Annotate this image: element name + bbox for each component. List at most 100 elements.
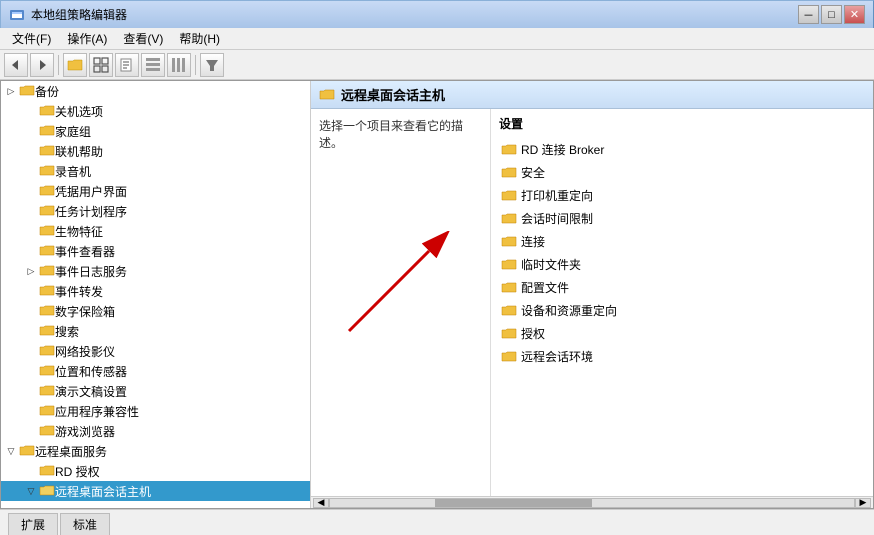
folder-icon-online-help <box>39 144 55 158</box>
folder-icon-event-log-svc <box>39 264 55 278</box>
menu-action[interactable]: 操作(A) <box>59 28 115 49</box>
forward-button[interactable] <box>30 53 54 77</box>
expand-icon-rds: ▽ <box>5 445 17 457</box>
bottom-tabs: 扩展 标准 <box>0 509 874 535</box>
tree-item-event-viewer[interactable]: ▷ 事件查看器 <box>1 241 310 261</box>
tree-item-online-help[interactable]: ▷ 联机帮助 <box>1 141 310 161</box>
settings-item-security[interactable]: 安全 <box>499 161 865 184</box>
settings-item-license[interactable]: 授权 <box>499 322 865 345</box>
folder-icon-remote-desktop-svc <box>19 444 35 458</box>
tree-label-homegroup: 家庭组 <box>55 123 91 140</box>
settings-label-security: 安全 <box>521 164 545 181</box>
toolbar <box>0 50 874 80</box>
right-panel-title: 远程桌面会话主机 <box>341 85 445 104</box>
settings-label-remote-session-env: 远程会话环境 <box>521 348 593 365</box>
folder-icon-search <box>39 324 55 338</box>
filter-button[interactable] <box>200 53 224 77</box>
tree-label-location-sensor: 位置和传感器 <box>55 363 127 380</box>
menu-help[interactable]: 帮助(H) <box>171 28 228 49</box>
folder-icon-license <box>501 327 517 341</box>
folder-icon-net-projector <box>39 344 55 358</box>
settings-item-printer-redirect[interactable]: 打印机重定向 <box>499 184 865 207</box>
tree-item-game-browser[interactable]: ▷ 游戏浏览器 <box>1 421 310 441</box>
tree-label-rd-session-host: 远程桌面会话主机 <box>55 483 151 500</box>
folder-icon-config-file <box>501 281 517 295</box>
tree-item-net-projector[interactable]: ▷ 网络投影仪 <box>1 341 310 361</box>
tree-item-backup[interactable]: ▷ 备份 <box>1 81 310 101</box>
settings-item-temp-folder[interactable]: 临时文件夹 <box>499 253 865 276</box>
tree-item-recorder[interactable]: ▷ 录音机 <box>1 161 310 181</box>
settings-item-device-redirect[interactable]: 设备和资源重定向 <box>499 299 865 322</box>
tree-item-app-compat[interactable]: ▷ 应用程序兼容性 <box>1 401 310 421</box>
expand-icon-rdsh: ▽ <box>25 485 37 497</box>
tree-item-credential-ui[interactable]: ▷ 凭据用户界面 <box>1 181 310 201</box>
settings-item-session-timelimit[interactable]: 会话时间限制 <box>499 207 865 230</box>
left-tree-panel: ▷ 备份 ▷ 关机选项 ▷ 家庭组 ▷ 联机帮助 ▷ 录音机 ▷ 凭据用户界面 <box>1 81 311 508</box>
tree-item-remote-desktop-svc[interactable]: ▽ 远程桌面服务 <box>1 441 310 461</box>
folder-icon-homegroup <box>39 124 55 138</box>
folder-icon-game-browser <box>39 424 55 438</box>
scroll-left-button[interactable]: ◀ <box>313 498 329 508</box>
folder-icon-rd-session-host <box>39 484 55 498</box>
folder-icon-temp-folder <box>501 258 517 272</box>
minimize-button[interactable]: － <box>798 5 819 24</box>
settings-item-remote-session-env[interactable]: 远程会话环境 <box>499 345 865 368</box>
tree-item-shutdown[interactable]: ▷ 关机选项 <box>1 101 310 121</box>
app-icon <box>9 7 25 23</box>
menu-bar: 文件(F) 操作(A) 查看(V) 帮助(H) <box>0 28 874 50</box>
view2-button[interactable] <box>167 53 191 77</box>
tree-label-event-viewer: 事件查看器 <box>55 243 115 260</box>
view1-button[interactable] <box>141 53 165 77</box>
settings-label-config-file: 配置文件 <box>521 279 569 296</box>
folder-icon-device-redirect <box>501 304 517 318</box>
tree-label-search: 搜索 <box>55 323 79 340</box>
expand-icon-backup: ▷ <box>5 85 17 97</box>
folder-icon-shutdown <box>39 104 55 118</box>
back-button[interactable] <box>4 53 28 77</box>
tree-item-rd-session-host[interactable]: ▽ 远程桌面会话主机 <box>1 481 310 501</box>
folder-icon-remote-session-env <box>501 350 517 364</box>
tree-label-event-forward: 事件转发 <box>55 283 103 300</box>
tree-item-digital-safe[interactable]: ▷ 数字保险箱 <box>1 301 310 321</box>
folder-icon-digital-safe <box>39 304 55 318</box>
folder-icon-task-scheduler <box>39 204 55 218</box>
settings-item-connection[interactable]: 连接 <box>499 230 865 253</box>
folder-icon-security <box>501 166 517 180</box>
tree-label-recorder: 录音机 <box>55 163 91 180</box>
folder-icon-biometrics <box>39 224 55 238</box>
tree-item-handwriting[interactable]: ▷ 演示文稿设置 <box>1 381 310 401</box>
tree-item-biometrics[interactable]: ▷ 生物特征 <box>1 221 310 241</box>
menu-view[interactable]: 查看(V) <box>115 28 171 49</box>
settings-label-rd-broker: RD 连接 Broker <box>521 141 604 158</box>
tree-item-search[interactable]: ▷ 搜索 <box>1 321 310 341</box>
tree-item-rd-auth[interactable]: ▷ RD 授权 <box>1 461 310 481</box>
tree-item-task-scheduler[interactable]: ▷ 任务计划程序 <box>1 201 310 221</box>
menu-file[interactable]: 文件(F) <box>4 28 59 49</box>
folder-icon-session-timelimit <box>501 212 517 226</box>
folder-icon-recorder <box>39 164 55 178</box>
horizontal-scrollbar[interactable] <box>329 498 855 508</box>
maximize-button[interactable]: □ <box>821 5 842 24</box>
tree-item-event-log-svc[interactable]: ▷ 事件日志服务 <box>1 261 310 281</box>
tree-label-game-browser: 游戏浏览器 <box>55 423 115 440</box>
tree-item-homegroup[interactable]: ▷ 家庭组 <box>1 121 310 141</box>
right-scrollbar-area: ◀ ▶ <box>311 496 873 508</box>
tab-expand-label: 扩展 <box>21 516 45 533</box>
settings-item-rd-broker[interactable]: RD 连接 Broker <box>499 138 865 161</box>
tab-standard[interactable]: 标准 <box>60 513 110 535</box>
settings-item-config-file[interactable]: 配置文件 <box>499 276 865 299</box>
show-hide-button[interactable] <box>89 53 113 77</box>
tree-label-online-help: 联机帮助 <box>55 143 103 160</box>
folder-icon-printer-redirect <box>501 189 517 203</box>
folder-icon-app-compat <box>39 404 55 418</box>
folder-icon-handwriting <box>39 384 55 398</box>
export-button[interactable] <box>115 53 139 77</box>
tree-item-event-forward[interactable]: ▷ 事件转发 <box>1 281 310 301</box>
folder-button[interactable] <box>63 53 87 77</box>
tree-label-credential-ui: 凭据用户界面 <box>55 183 127 200</box>
tree-label-rd-auth: RD 授权 <box>55 463 100 480</box>
scroll-right-button[interactable]: ▶ <box>855 498 871 508</box>
close-button[interactable]: ✕ <box>844 5 865 24</box>
tree-item-location-sensor[interactable]: ▷ 位置和传感器 <box>1 361 310 381</box>
tab-expand[interactable]: 扩展 <box>8 513 58 535</box>
